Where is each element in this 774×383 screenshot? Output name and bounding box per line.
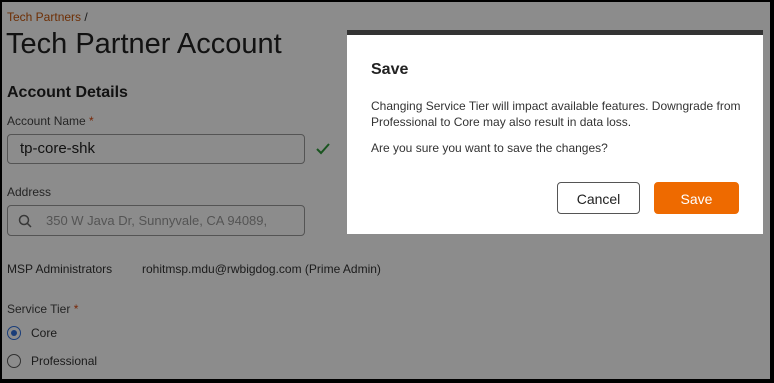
cancel-button[interactable]: Cancel <box>557 182 640 214</box>
dialog-question: Are you sure you want to save the change… <box>371 141 608 155</box>
app-frame: Tech Partners / Tech Partner Account Acc… <box>2 2 770 379</box>
dialog-message: Changing Service Tier will impact availa… <box>371 99 741 129</box>
dialog-title: Save <box>371 61 409 78</box>
save-button[interactable]: Save <box>654 182 739 214</box>
save-confirmation-dialog: Save Changing Service Tier will impact a… <box>347 30 763 234</box>
